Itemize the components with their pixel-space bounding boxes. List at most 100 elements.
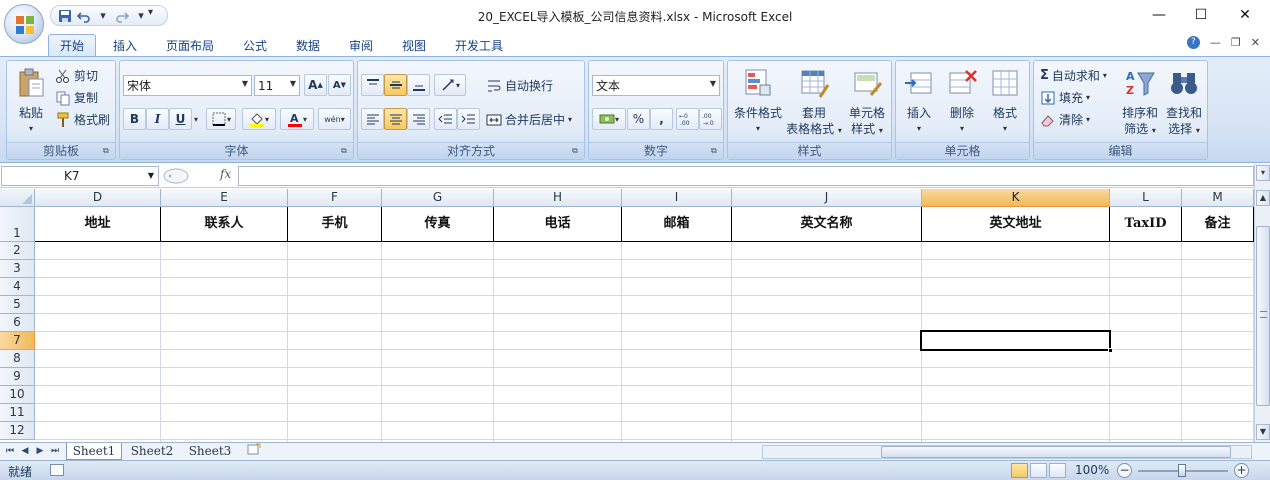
cell-m1[interactable]: 备注 <box>1182 207 1254 242</box>
align-middle-button[interactable] <box>384 74 407 96</box>
italic-button[interactable]: I <box>146 108 169 130</box>
active-cell-k7[interactable] <box>920 330 1113 353</box>
accounting-format-button[interactable]: ▾ <box>592 108 626 130</box>
row-header-10[interactable]: 10 <box>0 386 35 404</box>
row-header-3[interactable]: 3 <box>0 260 35 278</box>
insert-cells-button[interactable]: 插入 ▾ <box>898 67 940 137</box>
zoom-in-button[interactable]: + <box>1234 463 1249 478</box>
tab-review[interactable]: 审阅 <box>340 34 382 56</box>
fill-button[interactable]: 填充 ▾ <box>1040 89 1090 106</box>
row-header-7[interactable]: 7 <box>0 332 35 350</box>
row-header-4[interactable]: 4 <box>0 278 35 296</box>
workbook-close-icon[interactable]: ✕ <box>1251 36 1260 49</box>
column-header-m[interactable]: M <box>1182 189 1254 207</box>
formula-input[interactable] <box>238 166 1254 186</box>
grow-font-button[interactable]: A ▲ <box>304 74 327 96</box>
decrease-indent-button[interactable] <box>434 108 457 130</box>
page-layout-view-button[interactable] <box>1030 463 1047 478</box>
alignment-launcher-icon[interactable]: ⧉ <box>572 147 581 156</box>
font-color-button[interactable]: A ▾ <box>280 108 314 130</box>
select-all-button[interactable] <box>0 189 35 207</box>
shrink-font-button[interactable]: A ▼ <box>328 74 351 96</box>
workbook-restore-icon[interactable]: ❐ <box>1231 36 1241 49</box>
cell-i1[interactable]: 邮箱 <box>622 207 732 242</box>
paste-button[interactable]: 粘贴 ▾ <box>11 67 51 137</box>
scroll-up-icon[interactable]: ▲ <box>1256 190 1270 206</box>
insert-function-button[interactable]: fx <box>220 167 231 181</box>
conditional-formatting-button[interactable]: 条件格式 ▾ <box>731 67 785 137</box>
decrease-decimal-button[interactable]: .00 →.0 <box>699 108 722 130</box>
tab-insert[interactable]: 插入 <box>104 34 146 56</box>
comma-button[interactable]: , <box>650 108 673 130</box>
first-sheet-icon[interactable]: ⏮ <box>4 445 16 458</box>
align-left-button[interactable] <box>361 108 384 130</box>
clear-button[interactable]: 清除 ▾ <box>1040 111 1090 128</box>
column-header-j[interactable]: J <box>732 189 922 207</box>
close-button[interactable]: ✕ <box>1222 2 1268 28</box>
cell-g1[interactable]: 传真 <box>382 207 494 242</box>
insert-sheet-button[interactable] <box>242 443 266 460</box>
cell-styles-button[interactable]: 单元格 样式 ▾ <box>844 67 890 139</box>
tab-data[interactable]: 数据 <box>287 34 329 56</box>
scroll-down-icon[interactable]: ▼ <box>1256 424 1270 440</box>
vertical-scrollbar[interactable]: ▾ ▲ ▼ <box>1254 164 1270 442</box>
tab-view[interactable]: 视图 <box>393 34 435 56</box>
wrap-text-button[interactable]: 自动换行 <box>486 77 553 94</box>
sheet-tab-sheet1[interactable]: Sheet1 <box>66 443 122 460</box>
row-header-5[interactable]: 5 <box>0 296 35 314</box>
font-name-select[interactable]: 宋体 ▼ <box>123 75 252 96</box>
phonetic-button[interactable]: wén ▾ <box>318 108 351 130</box>
column-header-d[interactable]: D <box>35 189 161 207</box>
column-header-e[interactable]: E <box>161 189 288 207</box>
font-launcher-icon[interactable]: ⧉ <box>341 147 350 156</box>
orientation-button[interactable]: ▾ <box>434 74 466 96</box>
office-button[interactable] <box>4 4 44 44</box>
align-top-button[interactable] <box>361 74 384 96</box>
row-header-2[interactable]: 2 <box>0 242 35 260</box>
tab-home[interactable]: 开始 <box>48 34 96 56</box>
row-header-9[interactable]: 9 <box>0 368 35 386</box>
prev-sheet-icon[interactable]: ◀ <box>19 445 31 458</box>
fill-handle[interactable] <box>1108 348 1113 353</box>
tab-developer[interactable]: 开发工具 <box>448 34 510 56</box>
cell-d1[interactable]: 地址 <box>35 207 161 242</box>
cell-l1[interactable]: TaxID <box>1110 207 1182 242</box>
increase-indent-button[interactable] <box>457 108 480 130</box>
column-header-i[interactable]: I <box>622 189 732 207</box>
zoom-slider-thumb[interactable] <box>1178 464 1186 477</box>
workbook-minimize-icon[interactable]: — <box>1210 36 1221 49</box>
row-header-8[interactable]: 8 <box>0 350 35 368</box>
cell-h1[interactable]: 电话 <box>494 207 622 242</box>
column-header-k[interactable]: K <box>922 189 1110 207</box>
tab-page-layout[interactable]: 页面布局 <box>160 34 220 56</box>
horizontal-scrollbar[interactable] <box>762 445 1252 459</box>
borders-button[interactable]: ▾ <box>206 108 236 130</box>
percent-button[interactable]: % <box>627 108 650 130</box>
clipboard-launcher-icon[interactable]: ⧉ <box>103 147 112 156</box>
row-header-11[interactable]: 11 <box>0 404 35 422</box>
merge-center-button[interactable]: 合并后居中 ▾ <box>486 111 572 128</box>
sheet-tab-sheet3[interactable]: Sheet3 <box>182 443 238 460</box>
cut-button[interactable]: 剪切 <box>55 67 98 84</box>
row-header-6[interactable]: 6 <box>0 314 35 332</box>
vertical-scroll-thumb[interactable] <box>1256 226 1270 406</box>
underline-dropdown-icon[interactable]: ▾ <box>194 115 198 124</box>
column-header-h[interactable]: H <box>494 189 622 207</box>
row-header-1[interactable]: 1 <box>0 207 35 242</box>
align-center-button[interactable] <box>384 108 407 130</box>
number-launcher-icon[interactable]: ⧉ <box>711 147 720 156</box>
cell-j1[interactable]: 英文名称 <box>732 207 922 242</box>
format-painter-button[interactable]: 格式刷 <box>55 111 110 128</box>
underline-button[interactable]: U <box>169 108 192 130</box>
name-box[interactable]: K7 ▼ <box>1 166 159 186</box>
copy-button[interactable]: 复制 <box>55 89 98 106</box>
number-format-select[interactable]: 文本 ▼ <box>592 75 720 96</box>
next-sheet-icon[interactable]: ▶ <box>34 445 46 458</box>
normal-view-button[interactable] <box>1011 463 1028 478</box>
font-size-select[interactable]: 11 ▼ <box>254 75 300 96</box>
maximize-button[interactable]: ☐ <box>1178 2 1224 28</box>
sheet-tab-sheet2[interactable]: Sheet2 <box>124 443 180 460</box>
last-sheet-icon[interactable]: ⏭ <box>49 445 61 458</box>
minimize-button[interactable]: — <box>1136 2 1182 28</box>
page-break-view-button[interactable] <box>1049 463 1066 478</box>
